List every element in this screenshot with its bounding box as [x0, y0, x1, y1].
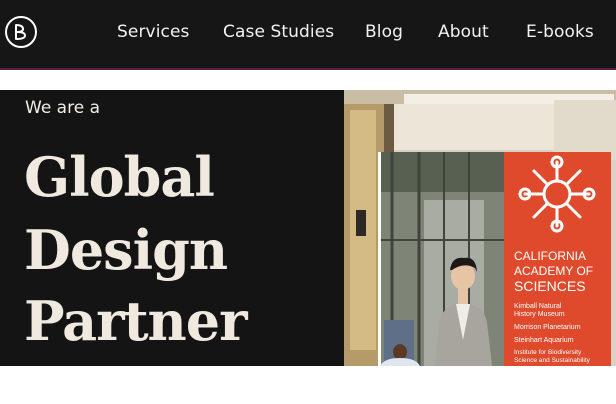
page-bottom: [0, 366, 378, 404]
hero-headline-line-3: Partner: [24, 289, 248, 353]
sign-line-1: CALIFORNIA: [514, 249, 586, 263]
hero-headline-line-1: Global: [24, 145, 215, 209]
hero-photo: CALIFORNIA ACADEMY OF SCIENCES Kimball N…: [344, 90, 616, 366]
b-logo-icon[interactable]: [5, 16, 37, 48]
sign-subline-4: Steinhart Aquarium: [514, 337, 574, 344]
sign-subline-2: History Museum: [514, 311, 565, 318]
hero-headline-line-2: Design: [24, 218, 228, 282]
nav-services-link[interactable]: Services: [117, 22, 190, 42]
sign-subline-5: Institute for Biodiversity: [514, 349, 582, 356]
team-photo-illustration: CALIFORNIA ACADEMY OF SCIENCES Kimball N…: [344, 90, 616, 366]
nav-about-link[interactable]: About: [438, 22, 489, 42]
nav-ebooks-link[interactable]: E-books: [526, 22, 594, 42]
b-monogram-icon: [15, 24, 27, 40]
sign-subline-1: Kimball Natural: [514, 303, 562, 310]
spacer: [0, 70, 616, 90]
sign-subline-6: Science and Sustainability: [514, 357, 591, 364]
sign-line-3: SCIENCES: [514, 278, 586, 294]
sign-subline-3: Morrison Planetarium: [514, 324, 581, 331]
sign-line-2: ACADEMY OF: [514, 264, 593, 278]
nav-blog-link[interactable]: Blog: [365, 22, 403, 42]
top-nav: Services Case Studies Blog About E-books: [0, 0, 616, 68]
hero-eyebrow: We are a: [25, 98, 100, 118]
nav-case-studies-link[interactable]: Case Studies: [223, 22, 334, 42]
